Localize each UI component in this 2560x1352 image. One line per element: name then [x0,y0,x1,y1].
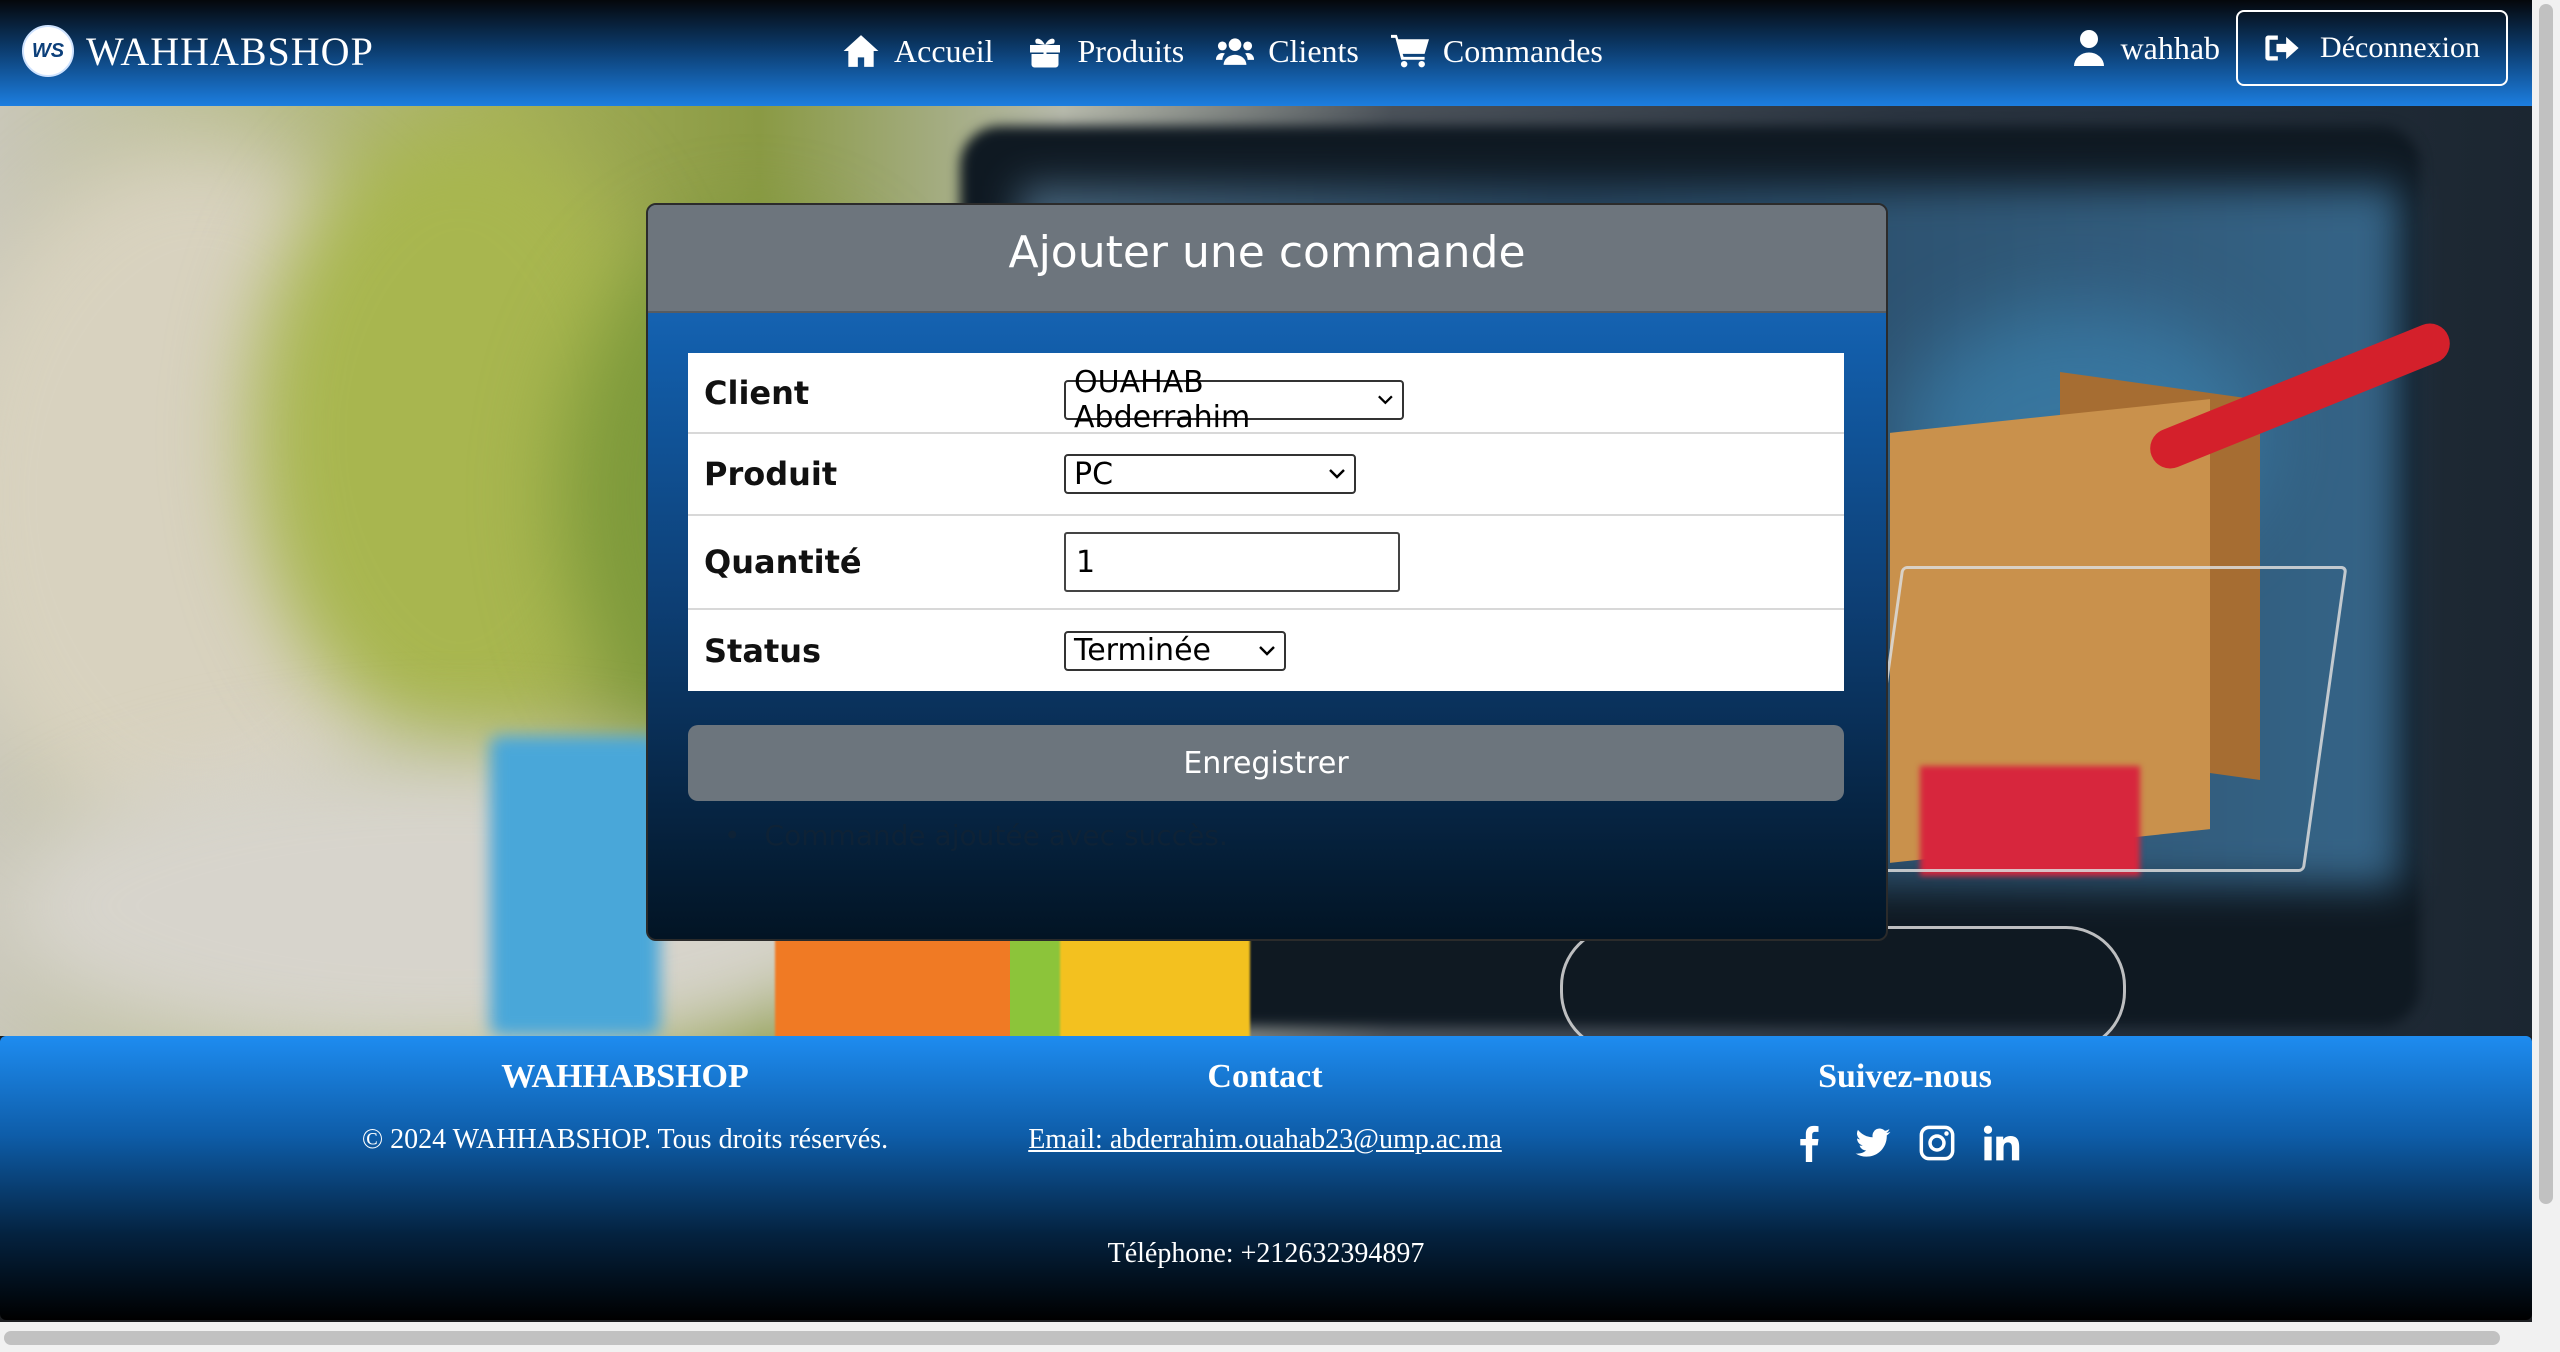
save-button[interactable]: Enregistrer [688,725,1844,801]
user-icon [2073,30,2104,66]
quantity-input[interactable]: 1 [1064,532,1400,592]
footer-contact-column: Contact Email: abderrahim.ouahab23@ump.a… [930,1058,1600,1156]
order-form: Client OUAHAB Abderrahim Produit PC Quan… [688,353,1844,691]
instagram-icon[interactable] [1918,1124,1956,1162]
footer-contact-title: Contact [1207,1058,1323,1095]
status-label: Status [704,631,822,670]
footer-follow-title: Suivez-nous [1818,1058,1992,1095]
nav-item-products[interactable]: Produits [1026,32,1185,70]
horizontal-scrollbar[interactable] [0,1322,2532,1352]
gift-icon [1029,38,1060,68]
chevron-down-icon [1259,645,1275,656]
linkedin-icon[interactable] [1982,1124,2020,1162]
footer-phone: Téléphone: +212632394897 [1107,1238,1425,1269]
nav-item-clients[interactable]: Clients [1216,33,1359,70]
client-label: Client [688,353,1064,434]
horizontal-scrollbar-thumb[interactable] [4,1331,2500,1345]
main-nav: Accueil Produits Clients Commandes [842,24,1635,78]
footer-copyright: © 2024 WAHHABSHOP. Tous droits réservés. [361,1124,889,1155]
success-message: Commande ajoutée avec succès. [724,819,1228,852]
add-order-card: Ajouter une commande Client OUAHAB Abder… [646,203,1888,941]
user-area: wahhab Déconnexion [2073,10,2508,86]
logout-label: Déconnexion [2320,31,2480,64]
nav-item-clients-label: Clients [1268,32,1359,69]
footer-brand-title: WAHHABSHOP [501,1058,749,1095]
client-select[interactable]: OUAHAB Abderrahim [1064,365,1404,435]
users-icon [1216,38,1255,65]
footer: WAHHABSHOP © 2024 WAHHABSHOP. Tous droit… [0,1036,2532,1320]
twitter-icon[interactable] [1854,1124,1892,1162]
logout-button[interactable]: Déconnexion [2236,10,2508,86]
form-row-client: Client OUAHAB Abderrahim [688,353,1844,435]
chevron-down-icon [1378,395,1393,405]
facebook-icon[interactable] [1790,1124,1828,1162]
username: wahhab [2120,29,2221,66]
nav-item-home-label: Accueil [894,32,994,69]
status-select-value: Terminée [1074,633,1211,668]
chevron-down-icon [1329,469,1345,479]
brand-link[interactable]: WS WAHHABSHOP [22,24,374,78]
vertical-scrollbar-thumb[interactable] [2539,4,2553,1204]
nav-item-orders-label: Commandes [1442,32,1603,69]
form-row-product: Produit PC [688,433,1844,516]
cart-icon [1390,34,1429,68]
social-links [1640,1124,2170,1162]
product-select-value: PC [1074,456,1114,492]
card-title: Ajouter une commande [648,205,1886,313]
nav-item-products-label: Produits [1077,32,1185,69]
user-profile[interactable]: wahhab [2073,29,2221,67]
form-row-quantity: Quantité 1 [688,515,1844,610]
nav-item-home[interactable]: Accueil [842,33,994,70]
footer-social-column: Suivez-nous [1640,1058,2170,1162]
client-select-value: OUAHAB Abderrahim [1074,365,1251,435]
status-select[interactable]: Terminée [1064,630,1286,671]
home-icon [843,35,879,67]
nav-item-orders[interactable]: Commandes [1390,32,1603,70]
brand-logo: WS [22,25,74,77]
form-row-status: Status Terminée [688,609,1844,691]
product-label: Produit [688,433,1064,516]
navbar: WS WAHHABSHOP Accueil Produits Clients C… [0,0,2532,106]
footer-brand-column: WAHHABSHOP © 2024 WAHHABSHOP. Tous droit… [300,1058,950,1156]
brand-name: WAHHABSHOP [86,28,374,74]
quantity-label: Quantité [688,515,1064,610]
logout-icon [2265,35,2299,61]
footer-email-link[interactable]: Email: abderrahim.ouahab23@ump.ac.ma [1028,1124,1502,1155]
vertical-scrollbar[interactable] [2532,0,2560,1352]
product-select[interactable]: PC [1064,454,1356,494]
